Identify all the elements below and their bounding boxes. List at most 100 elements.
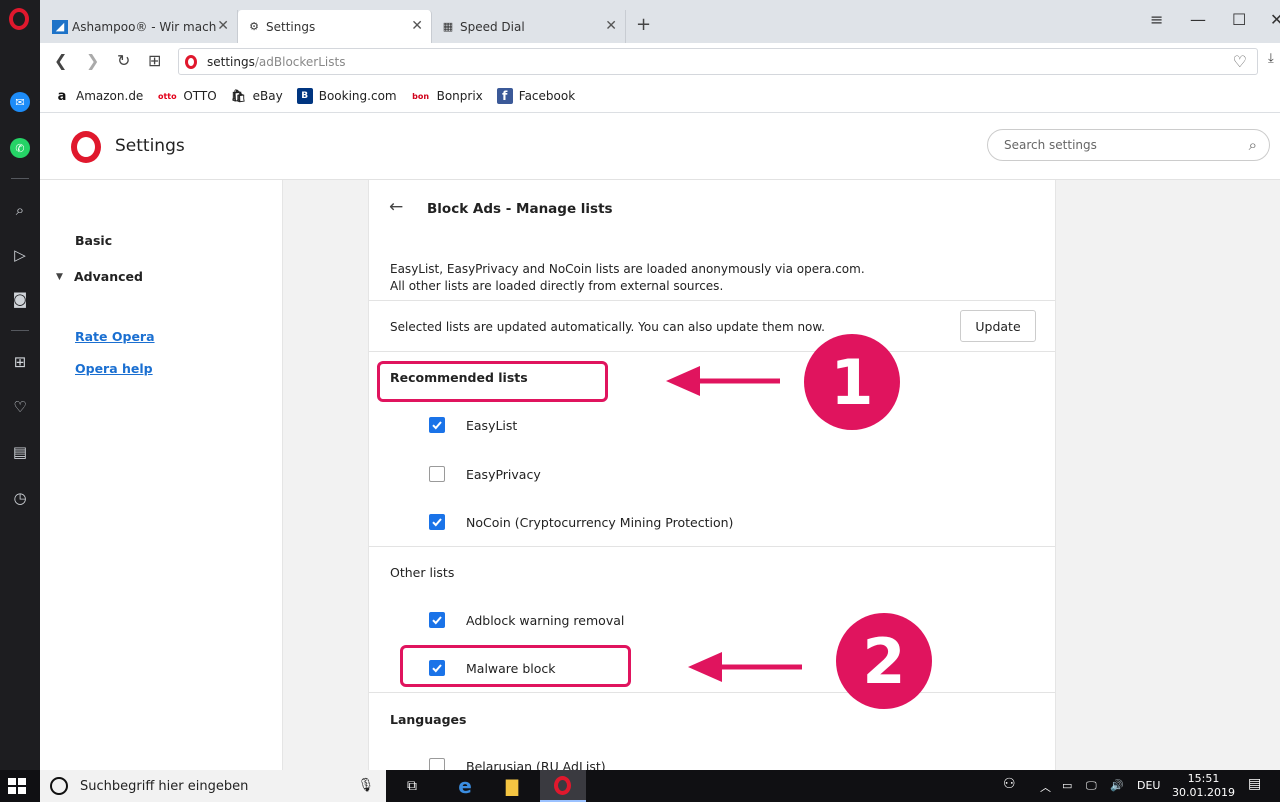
sidebar-divider <box>11 178 29 179</box>
taskbar-search-box[interactable]: Suchbegriff hier eingeben 🎙 <box>40 770 386 802</box>
bookmark-ebay[interactable]: 🛍 eBay <box>231 88 283 104</box>
reload-button[interactable]: ↻ <box>117 51 130 70</box>
checkbox-unchecked[interactable] <box>429 758 445 770</box>
bonprix-icon: bon <box>412 91 430 101</box>
close-window-button[interactable]: ✕ <box>1270 10 1280 29</box>
close-icon[interactable]: ✕ <box>411 18 423 34</box>
chevron-up-icon[interactable]: ︿ <box>1040 779 1051 795</box>
battery-icon[interactable]: ▭ <box>1062 779 1072 792</box>
minimize-button[interactable]: — <box>1190 10 1206 29</box>
tab-settings[interactable]: ⚙ Settings ✕ <box>238 10 432 43</box>
history-icon[interactable]: ◷ <box>10 488 30 508</box>
file-explorer-icon[interactable]: ▇ <box>500 776 524 796</box>
camera-icon[interactable]: ◙ <box>10 289 30 309</box>
update-description: Selected lists are updated automatically… <box>390 320 825 334</box>
languages-heading: Languages <box>390 712 467 727</box>
settings-header: Settings Search settings ⌕ <box>40 113 1280 180</box>
maximize-button[interactable]: ☐ <box>1232 10 1246 29</box>
list-item-adblock-warning[interactable]: Adblock warning removal <box>429 610 624 630</box>
bookmark-heart-icon[interactable]: ♡ <box>1233 52 1247 71</box>
opera-icon <box>185 54 197 69</box>
windows-start-icon[interactable] <box>8 778 26 794</box>
new-tab-button[interactable]: + <box>636 14 651 35</box>
sidebar-divider <box>11 330 29 331</box>
opera-logo-icon <box>71 131 101 163</box>
language-indicator[interactable]: DEU <box>1137 779 1160 792</box>
divider <box>369 546 1055 547</box>
info-text: EasyList, EasyPrivacy and NoCoin lists a… <box>390 262 865 293</box>
bookmark-booking[interactable]: B Booking.com <box>296 88 397 104</box>
other-lists-heading: Other lists <box>390 565 455 580</box>
people-icon[interactable]: ⚇ <box>1003 776 1016 792</box>
search-icon[interactable]: ⌕ <box>10 200 30 220</box>
windows-taskbar: Suchbegriff hier eingeben 🎙 ⧉ e ▇ ⚇ ︿ ▭ … <box>0 770 1280 802</box>
list-item-nocoin[interactable]: NoCoin (Cryptocurrency Mining Protection… <box>429 512 733 532</box>
divider <box>369 300 1055 301</box>
bookmark-bonprix[interactable]: bon Bonprix <box>411 88 483 104</box>
forward-button[interactable]: ❯ <box>86 51 99 70</box>
tab-speed-dial[interactable]: ▦ Speed Dial ✕ <box>432 10 626 43</box>
tab-ashampoo[interactable]: ◢ Ashampoo® - Wir macher ✕ <box>44 10 238 43</box>
arrow-icon <box>666 366 780 396</box>
opera-icon <box>554 776 571 795</box>
heart-icon[interactable]: ♡ <box>10 397 30 417</box>
opera-logo-icon[interactable] <box>9 8 29 30</box>
close-icon[interactable]: ✕ <box>217 18 229 34</box>
address-bar-row: ❮ ❯ ↻ ⊞ settings/adBlockerLists ♡ ⤓ <box>40 43 1280 80</box>
gear-icon: ⚙ <box>249 20 259 33</box>
tab-menu-icon[interactable]: ≡ <box>1150 10 1163 29</box>
update-button[interactable]: Update <box>960 310 1036 342</box>
speed-dial-icon[interactable]: ⊞ <box>10 352 30 372</box>
bookmark-amazon[interactable]: a Amazon.de <box>54 88 144 104</box>
grid-icon: ▦ <box>442 20 454 33</box>
edge-icon[interactable]: e <box>453 774 477 798</box>
list-item-easylist[interactable]: EasyList <box>429 415 517 435</box>
notification-icon[interactable]: ▤ <box>1248 776 1261 792</box>
search-icon[interactable]: ⌕ <box>1249 136 1257 154</box>
download-icon[interactable]: ⤓ <box>1268 51 1274 66</box>
search-settings-input[interactable]: Search settings ⌕ <box>987 129 1270 161</box>
nav-basic[interactable]: Basic <box>75 233 112 248</box>
bookmark-facebook[interactable]: f Facebook <box>496 88 575 104</box>
back-button[interactable]: ❮ <box>54 51 67 70</box>
rate-opera-link[interactable]: Rate Opera <box>75 329 155 344</box>
checkbox-unchecked[interactable] <box>429 466 445 482</box>
volume-icon[interactable]: 🔊 <box>1110 779 1124 792</box>
close-icon[interactable]: ✕ <box>605 18 617 34</box>
checkbox-checked[interactable] <box>429 417 445 433</box>
checkbox-checked[interactable] <box>429 612 445 628</box>
facebook-icon: f <box>496 88 513 104</box>
settings-nav: Basic ▼ Advanced Rate Opera Opera help <box>40 180 283 770</box>
page-title: Settings <box>115 136 185 156</box>
url-field[interactable]: settings/adBlockerLists ♡ <box>178 48 1258 75</box>
bookmark-otto[interactable]: otto OTTO <box>157 88 217 104</box>
tab-bar: ◢ Ashampoo® - Wir macher ✕ ⚙ Settings ✕ … <box>40 0 1280 43</box>
whatsapp-icon[interactable]: ✆ <box>10 138 30 158</box>
opera-help-link[interactable]: Opera help <box>75 361 153 376</box>
arrow-icon <box>688 652 802 682</box>
checkbox-checked[interactable] <box>429 514 445 530</box>
task-view-icon[interactable]: ⧉ <box>400 776 424 796</box>
opera-taskbar-button[interactable] <box>540 770 586 802</box>
annotation-marker-2: 2 <box>836 613 932 709</box>
list-item-belarusian[interactable]: Belarusian (RU AdList) <box>429 756 606 770</box>
ebay-icon: 🛍 <box>231 89 247 103</box>
opera-sidebar: ✉ ✆ ⌕ ▷ ◙ ⊞ ♡ ▤ ◷ <box>0 0 40 770</box>
highlight-box-recommended <box>377 361 608 402</box>
card-title: Block Ads - Manage lists <box>427 201 613 217</box>
caret-down-icon: ▼ <box>56 272 63 282</box>
tabs-grid-icon[interactable]: ⊞ <box>148 51 161 70</box>
clock[interactable]: 15:51 30.01.2019 <box>1172 772 1235 800</box>
list-item-easyprivacy[interactable]: EasyPrivacy <box>429 464 541 484</box>
news-icon[interactable]: ▤ <box>10 442 30 462</box>
microphone-icon[interactable]: 🎙 <box>357 778 374 793</box>
divider <box>369 692 1055 693</box>
messenger-icon[interactable]: ✉ <box>10 92 30 112</box>
network-icon[interactable]: 🖵 <box>1086 779 1097 793</box>
booking-icon: B <box>296 88 313 104</box>
send-icon[interactable]: ▷ <box>10 245 30 265</box>
back-arrow-icon[interactable]: ← <box>389 197 403 217</box>
bookmarks-bar: a Amazon.de otto OTTO 🛍 eBay B Booking.c… <box>40 80 1280 113</box>
ashampoo-icon: ◢ <box>52 19 68 34</box>
nav-advanced[interactable]: Advanced <box>74 269 143 284</box>
